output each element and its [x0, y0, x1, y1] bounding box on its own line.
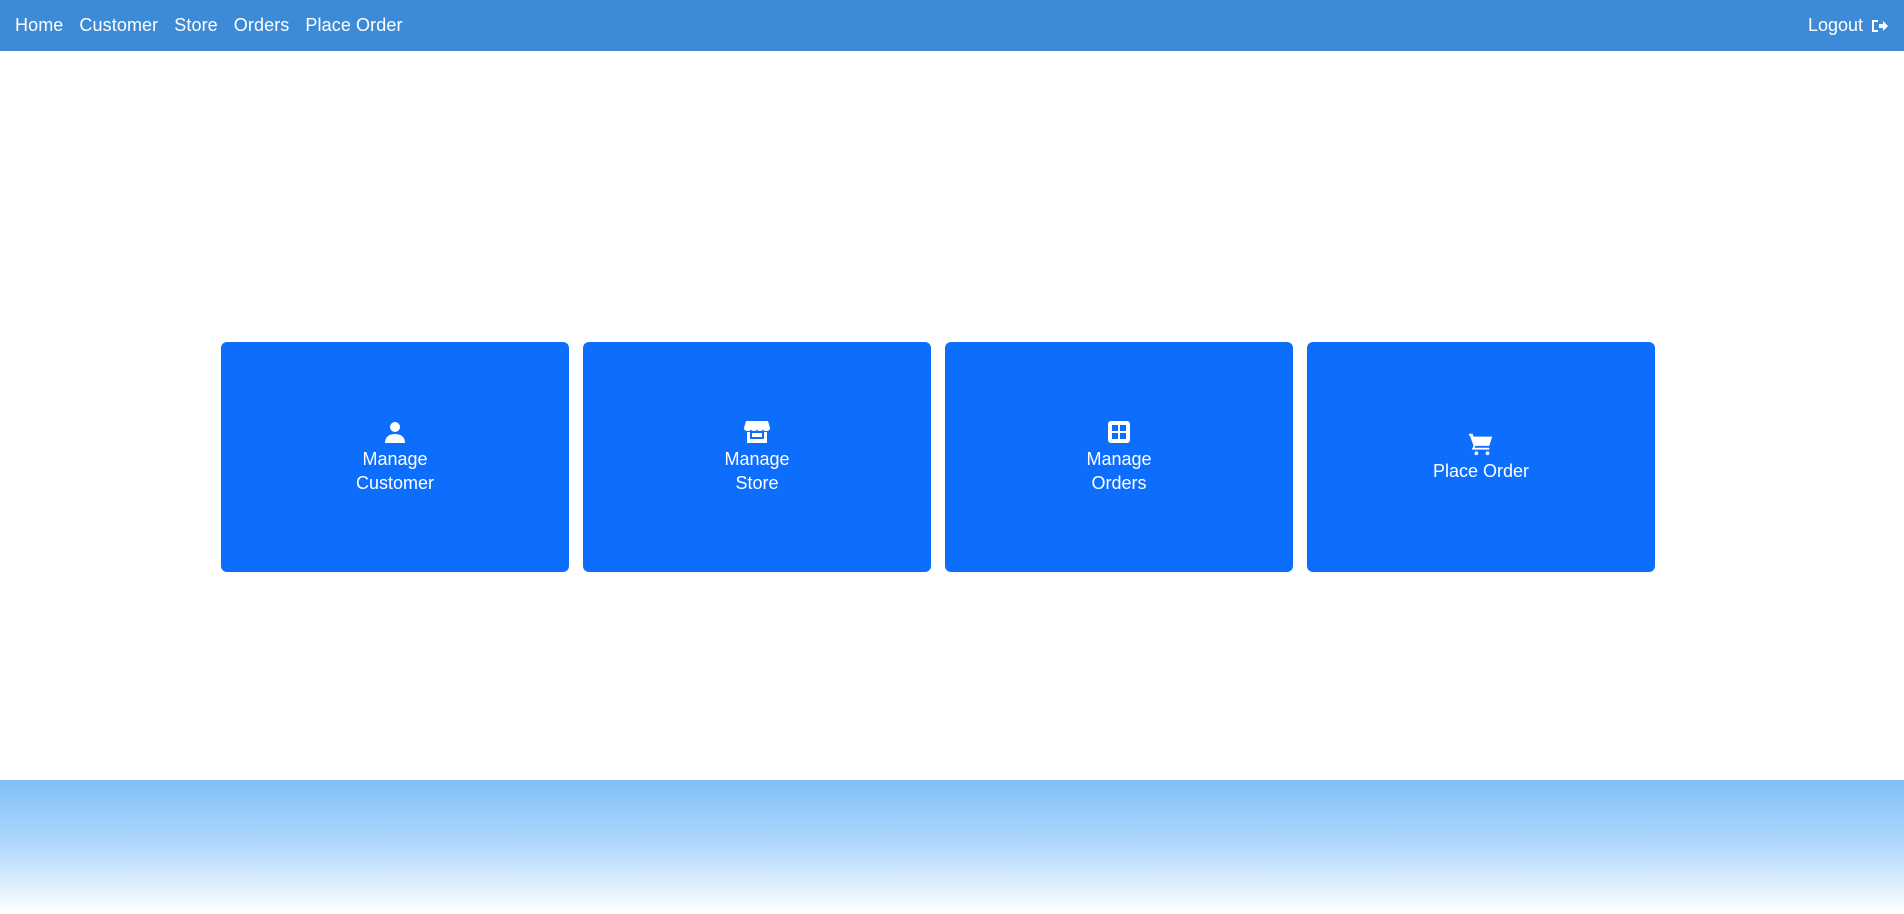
logout-button[interactable]: Logout — [1808, 15, 1889, 36]
nav-link-customer[interactable]: Customer — [79, 15, 158, 36]
user-icon — [382, 419, 408, 445]
top-navbar: Home Customer Store Orders Place Order L… — [0, 0, 1904, 51]
card-label-line1: Place Order — [1432, 461, 1530, 481]
store-icon — [744, 419, 770, 445]
card-label-line1: Manage — [1086, 449, 1152, 469]
nav-link-store[interactable]: Store — [174, 15, 218, 36]
dashboard-cards: Manage Customer Manage Store Manage Orde… — [221, 342, 1655, 572]
nav-link-orders[interactable]: Orders — [234, 15, 290, 36]
card-label-line2: Orders — [1091, 473, 1147, 493]
card-label-line2: Store — [735, 473, 779, 493]
nav-links: Home Customer Store Orders Place Order — [15, 15, 403, 36]
footer-gradient-band — [0, 780, 1904, 914]
logout-label: Logout — [1807, 15, 1863, 35]
manage-store-card[interactable]: Manage Store — [583, 342, 931, 572]
card-label-line1: Manage — [362, 449, 428, 469]
card-label-line1: Manage — [724, 449, 790, 469]
cart-icon — [1468, 431, 1494, 457]
manage-customer-card[interactable]: Manage Customer — [221, 342, 569, 572]
manage-orders-card[interactable]: Manage Orders — [945, 342, 1293, 572]
card-label-line2: Customer — [355, 473, 435, 493]
nav-link-place-order[interactable]: Place Order — [305, 15, 402, 36]
sign-out-icon — [1871, 18, 1889, 34]
grid-icon — [1106, 419, 1132, 445]
nav-link-home[interactable]: Home — [15, 15, 63, 36]
place-order-card[interactable]: Place Order — [1307, 342, 1655, 572]
